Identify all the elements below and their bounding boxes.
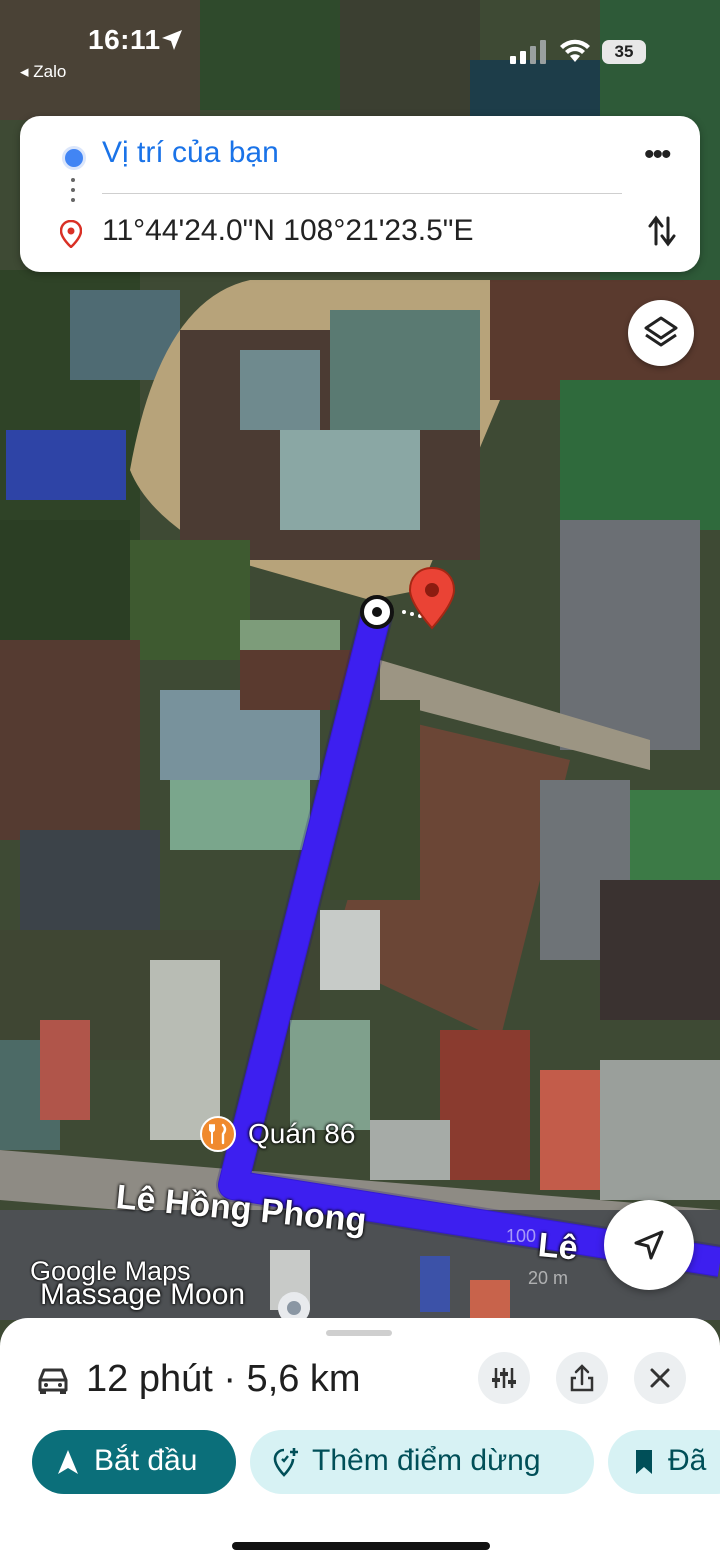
route-connector-dots xyxy=(71,178,75,208)
close-icon xyxy=(650,1368,670,1388)
car-icon xyxy=(38,1368,68,1394)
save-button-label: Đã xyxy=(668,1444,707,1477)
add-stop-label: Thêm điểm dừng xyxy=(312,1444,541,1477)
map-layers-button[interactable] xyxy=(628,300,694,366)
battery-indicator: 35 xyxy=(602,40,646,64)
trip-summary: 12 phút · 5,6 km xyxy=(86,1358,361,1400)
start-navigation-button[interactable]: Bắt đầu xyxy=(32,1430,236,1494)
layers-icon xyxy=(644,316,678,347)
destination-field[interactable]: 11°44'24.0"N 108°21'23.5"E xyxy=(102,214,473,248)
recenter-button[interactable] xyxy=(604,1200,694,1290)
place-label[interactable]: Massage Moon xyxy=(40,1278,245,1312)
sheet-drag-handle[interactable] xyxy=(326,1330,392,1336)
origin-field[interactable]: Vị trí của bạn xyxy=(102,136,279,170)
close-button[interactable] xyxy=(634,1352,686,1404)
scale-label: 100 xyxy=(506,1226,537,1246)
cellular-signal-icon xyxy=(510,40,546,64)
origin-dot-icon xyxy=(62,146,86,170)
route-divider xyxy=(102,193,622,194)
place-marker-icon[interactable] xyxy=(276,1290,312,1320)
share-button[interactable] xyxy=(556,1352,608,1404)
scale-label: 20 m xyxy=(528,1268,569,1288)
directions-bottom-sheet: 12 phút · 5,6 km Bắt đầu Thêm điểm dừng xyxy=(0,1318,720,1564)
street-label-le: Lê xyxy=(536,1226,580,1268)
route-options-button[interactable] xyxy=(478,1352,530,1404)
bookmark-icon xyxy=(636,1450,652,1474)
add-stop-button[interactable]: Thêm điểm dừng xyxy=(250,1430,594,1494)
location-arrow-icon xyxy=(162,30,182,50)
start-button-label: Bắt đầu xyxy=(94,1444,198,1477)
poi-label[interactable]: Quán 86 xyxy=(248,1118,355,1150)
status-time: 16:11 xyxy=(88,24,161,55)
navigation-start-icon xyxy=(58,1450,78,1474)
restaurant-icon[interactable] xyxy=(200,1116,236,1152)
navigation-arrow-icon xyxy=(634,1230,664,1260)
route-card: Vị trí của bạn ••• 11°44'24.0"N 108°21'2… xyxy=(20,116,700,272)
more-options-icon[interactable]: ••• xyxy=(644,138,671,172)
destination-pin-outline-icon xyxy=(60,220,82,248)
tune-icon xyxy=(492,1368,516,1388)
share-icon xyxy=(570,1364,594,1392)
wifi-icon xyxy=(560,39,590,62)
route-start-marker xyxy=(360,595,394,629)
home-indicator xyxy=(232,1542,490,1550)
add-location-icon xyxy=(273,1448,298,1477)
status-bar: 16:11 ◂ Zalo 35 xyxy=(0,0,720,100)
swap-direction-icon[interactable] xyxy=(648,214,676,248)
save-button[interactable]: Đã xyxy=(608,1430,720,1494)
back-to-app-link[interactable]: ◂ Zalo xyxy=(20,62,66,82)
